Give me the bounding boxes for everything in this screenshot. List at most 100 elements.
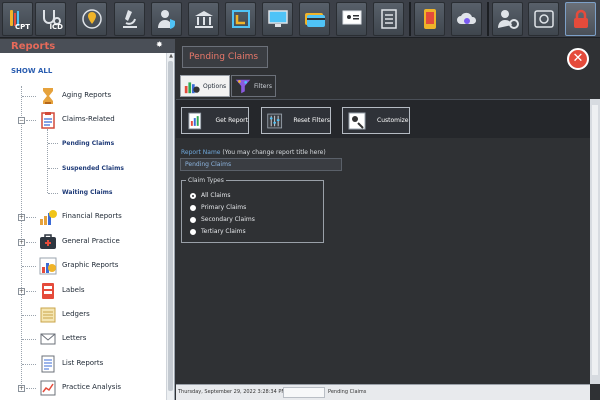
microscope-icon: [122, 10, 137, 28]
reset-filters-button[interactable]: Reset Filters: [261, 107, 331, 134]
tree-item-aging-reports[interactable]: Aging Reports: [0, 86, 165, 106]
doctor-shield-icon: [157, 10, 175, 29]
import-button[interactable]: [225, 2, 256, 36]
radio-label: Secondary Claims: [201, 216, 255, 223]
tree-item-financial-reports[interactable]: + Financial Reports: [0, 207, 165, 227]
credit-card-button[interactable]: [299, 2, 330, 36]
reports-panel-title: Reports: [11, 41, 56, 52]
user-settings-icon: [497, 10, 519, 29]
clipboard-icon: [41, 112, 55, 129]
tree-item-graphic-reports[interactable]: Graphic Reports: [0, 256, 165, 276]
radio-label: Tertiary Claims: [201, 228, 246, 235]
tree-item-label: Financial Reports: [62, 212, 122, 220]
tree-item-label: Aging Reports: [62, 91, 112, 99]
radio-label: All Claims: [201, 192, 231, 199]
radio-all-claims[interactable]: All Claims: [190, 192, 231, 199]
tree-connector: [22, 315, 36, 316]
show-all-link[interactable]: SHOW ALL: [11, 67, 52, 75]
user-settings-button[interactable]: [492, 2, 523, 36]
tab-label: Options: [203, 82, 227, 90]
sub-item-suspended-claims[interactable]: Suspended Claims: [62, 165, 124, 172]
checklist-button[interactable]: [373, 2, 404, 36]
tree-scrollbar[interactable]: ▲: [166, 53, 174, 400]
lock-button[interactable]: [565, 2, 596, 36]
cpt-button[interactable]: CPT: [2, 2, 33, 36]
get-report-button[interactable]: Get Report: [181, 107, 249, 134]
tree-connector: [22, 364, 36, 365]
radio-label: Primary Claims: [201, 204, 247, 211]
doctor-shield-button[interactable]: [151, 2, 182, 36]
cloud-sync-button[interactable]: [451, 2, 482, 36]
sub-item-pending-claims[interactable]: Pending Claims: [62, 140, 114, 147]
location-button[interactable]: [76, 2, 107, 36]
tree-item-letters[interactable]: Letters: [0, 329, 165, 349]
analysis-icon: [40, 380, 56, 396]
customize-button[interactable]: Customize: [342, 107, 410, 134]
mobile-icon: [423, 9, 436, 29]
tree-connector: [48, 193, 58, 194]
sub-item-waiting-claims[interactable]: Waiting Claims: [62, 189, 112, 196]
tree-connector: [48, 168, 58, 169]
bar-chart-icon: [39, 257, 57, 275]
cloud-sync-icon: [456, 12, 476, 24]
safe-icon: [533, 10, 554, 28]
tree-connector: [26, 217, 36, 218]
status-cell: [283, 387, 325, 398]
tree-item-labels[interactable]: + Labels: [0, 281, 165, 301]
list-icon: [41, 355, 55, 373]
button-label: Reset Filters: [293, 117, 330, 124]
sliders-icon: [267, 113, 283, 128]
safe-button[interactable]: [528, 2, 559, 36]
location-icon: [81, 9, 102, 29]
tree-item-label: Labels: [62, 286, 85, 294]
tree-connector: [22, 266, 36, 267]
report-name-label: Report Name (You may change report title…: [181, 149, 326, 156]
tree-item-label: Claims-Related: [62, 115, 115, 123]
expand-toggle[interactable]: +: [18, 239, 25, 246]
mobile-button[interactable]: [414, 2, 445, 36]
report-name-title: Report Name: [181, 149, 221, 156]
tab-filters[interactable]: Filters: [231, 75, 276, 97]
button-label: Customize: [377, 117, 409, 124]
radio-secondary-claims[interactable]: Secondary Claims: [190, 216, 255, 223]
presentation-button[interactable]: [336, 2, 367, 36]
tree-item-label: Ledgers: [62, 310, 90, 318]
expand-toggle[interactable]: +: [18, 214, 25, 221]
tree-item-general-practice[interactable]: + General Practice: [0, 232, 165, 252]
monitor-button[interactable]: [262, 2, 293, 36]
icd-button[interactable]: ICD: [35, 2, 66, 36]
radio-tertiary-claims[interactable]: Tertiary Claims: [190, 228, 246, 235]
tree-connector: [26, 120, 36, 121]
tree-item-claims-related[interactable]: − Claims-Related: [0, 110, 165, 130]
tree-item-label: Letters: [62, 334, 87, 342]
collapse-toggle[interactable]: −: [18, 117, 25, 124]
tree-connector: [48, 143, 58, 144]
report-name-hint: (You may change report title here): [222, 149, 326, 156]
radio-primary-claims[interactable]: Primary Claims: [190, 204, 246, 211]
workspace-scrollbar[interactable]: [590, 99, 600, 384]
tree-item-list-reports[interactable]: List Reports: [0, 354, 165, 374]
toolbar-separator: [409, 2, 411, 36]
radio-icon: [190, 228, 196, 235]
scroll-thumb[interactable]: [168, 61, 173, 391]
tree-item-label: List Reports: [62, 359, 104, 367]
pin-icon[interactable]: ✸: [156, 40, 163, 49]
expand-toggle[interactable]: +: [18, 385, 25, 392]
report-workspace: Pending Claims ✕ Options Filters Get Rep…: [176, 39, 600, 400]
tree-connector: [22, 339, 36, 340]
scroll-up-arrow[interactable]: ▲: [167, 53, 175, 60]
microscope-button[interactable]: [114, 2, 145, 36]
scroll-thumb[interactable]: [592, 105, 598, 375]
tree-connector: [22, 96, 36, 97]
cpt-label: CPT: [14, 23, 30, 31]
close-button[interactable]: ✕: [567, 48, 589, 70]
credit-card-icon: [304, 13, 325, 27]
report-name-input[interactable]: Pending Claims: [180, 158, 342, 171]
tab-options[interactable]: Options: [180, 75, 230, 97]
expand-toggle[interactable]: +: [18, 288, 25, 295]
tree-connector: [47, 129, 48, 193]
tree-item-ledgers[interactable]: Ledgers: [0, 305, 165, 325]
bank-button[interactable]: [188, 2, 219, 36]
tree-item-practice-analysis[interactable]: + Practice Analysis: [0, 378, 165, 398]
claim-types-legend: Claim Types: [186, 177, 226, 184]
